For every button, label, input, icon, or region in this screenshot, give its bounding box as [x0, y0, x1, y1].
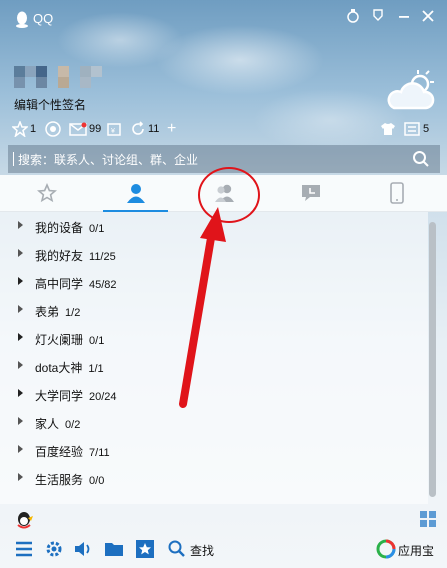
red-arrow-annotation: [179, 207, 226, 408]
qq-main-window: QQ 编辑个性签名 1 99 ¥ 11 + 5 搜索：联系人、讨论组、群、企业 …: [0, 0, 447, 568]
